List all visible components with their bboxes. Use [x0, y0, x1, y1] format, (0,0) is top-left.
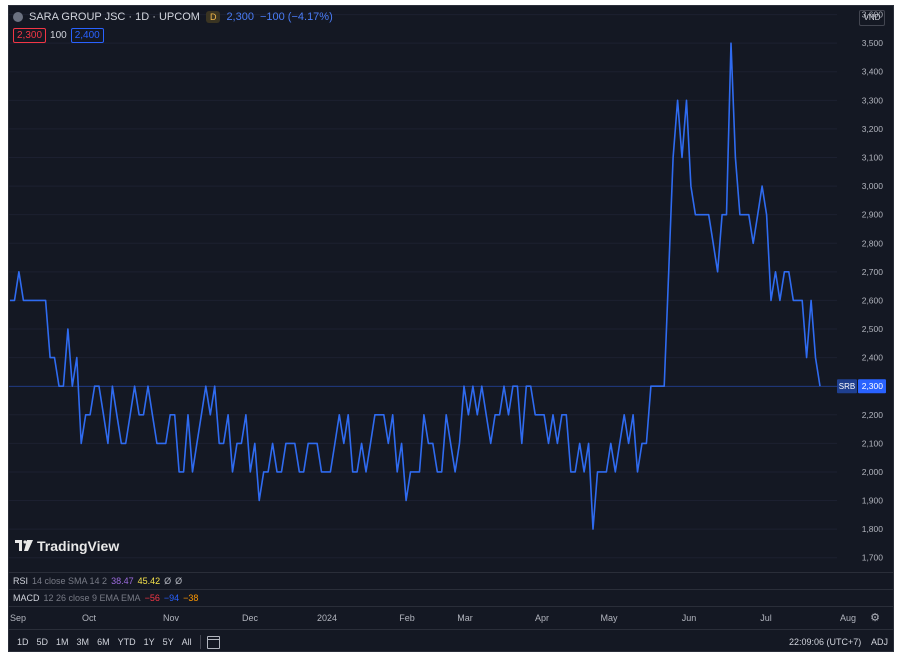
price-tick-label: 2,700	[862, 267, 884, 277]
price-tick-label: 2,400	[862, 353, 884, 363]
price-change: −100 (−4.17%)	[259, 11, 333, 23]
time-tick: May	[600, 613, 618, 623]
rsi-value: 38.47	[111, 576, 134, 586]
rsi-sma-value: 45.42	[137, 576, 161, 586]
range-ytd[interactable]: YTD	[114, 637, 140, 647]
macd-value: −94	[163, 593, 180, 603]
delayed-badge: D	[205, 11, 221, 23]
time-tick: Nov	[162, 613, 180, 623]
price-tick-label: 3,300	[862, 95, 884, 105]
price-tick-label: 2,000	[862, 467, 884, 477]
time-tick: Dec	[241, 613, 259, 623]
range-3m[interactable]: 3M	[73, 637, 94, 647]
range-toolbar: 1D 5D 1M 3M 6M YTD 1Y 5Y All 22:09:06 (U…	[9, 629, 893, 651]
range-6m[interactable]: 6M	[93, 637, 114, 647]
time-tick: Feb	[399, 613, 415, 623]
time-tick: Mar	[457, 613, 473, 623]
sell-price-box[interactable]: 2,300	[13, 28, 47, 43]
tradingview-logo: TradingView	[15, 538, 119, 554]
time-tick: Jun	[681, 613, 697, 623]
price-series-line	[10, 42, 821, 530]
time-tick: Aug	[839, 613, 857, 623]
time-tick: Apr	[534, 613, 550, 623]
time-tick: Oct	[81, 613, 97, 623]
range-1m[interactable]: 1M	[52, 637, 73, 647]
symbol-title[interactable]: SARA GROUP JSC · 1D · UPCOM	[29, 11, 200, 23]
symbol-logo-icon	[13, 12, 23, 22]
price-axis: 1,700 1,800 1,900 2,000 2,100 2,200 2,300 2,400…	[862, 10, 884, 563]
rsi-params: 14 close SMA 14 2	[32, 576, 108, 586]
time-tick: Jul	[760, 613, 772, 623]
logo-text: TradingView	[37, 538, 120, 554]
symbol-header: SARA GROUP JSC · 1D · UPCOM D 2,300 −100…	[13, 11, 333, 23]
price-tick-label: 2,800	[862, 238, 884, 248]
buy-price-box[interactable]: 2,400	[70, 28, 104, 43]
price-tick-label: 3,400	[862, 67, 884, 77]
price-tick-label: 3,000	[862, 181, 884, 191]
macd-signal-value: −38	[183, 593, 199, 603]
spread-value: 100	[50, 30, 67, 41]
macd-histogram-value: −56	[144, 593, 160, 603]
rsi-extra-1: Ø	[164, 576, 172, 586]
price-tick-label: 1,800	[862, 524, 884, 534]
price-tick-label: 1,900	[862, 496, 884, 506]
price-chart[interactable]: 1,700 1,800 1,900 2,000 2,100 2,200 2,300 2,400…	[9, 6, 894, 572]
time-tick: Sep	[9, 613, 27, 623]
price-tick-label: 2,200	[862, 410, 884, 420]
rsi-pane[interactable]: RSI 14 close SMA 14 2 38.47 45.42 Ø Ø	[9, 572, 893, 589]
price-tick-label: 3,500	[862, 38, 884, 48]
price-tick-label: 2,600	[862, 295, 884, 305]
clock[interactable]: 22:09:06 (UTC+7)	[789, 637, 861, 647]
adj-button[interactable]: ADJ	[871, 637, 888, 647]
currency-button[interactable]: VND	[859, 10, 885, 26]
price-tick-label: 2,100	[862, 438, 884, 448]
range-5d[interactable]: 5D	[33, 637, 53, 647]
price-tick-label: 1,700	[862, 553, 884, 563]
rsi-name: RSI	[13, 576, 29, 586]
bid-ask-row: 2,300 100 2,400	[13, 28, 104, 43]
chart-window: 1,700 1,800 1,900 2,000 2,100 2,200 2,300 2,400…	[8, 5, 894, 652]
range-5y[interactable]: 5Y	[159, 637, 178, 647]
gear-icon[interactable]: ⚙	[869, 612, 881, 624]
last-price-tag: SRB 2,300	[837, 379, 886, 394]
grid	[9, 14, 837, 559]
price-tick-label: 2,900	[862, 210, 884, 220]
time-axis[interactable]: Sep Oct Nov Dec 2024 Feb Mar Apr May Jun…	[9, 606, 893, 629]
price-tag-value: 2,300	[862, 381, 884, 391]
time-tick: 2024	[316, 613, 338, 623]
range-1d[interactable]: 1D	[13, 637, 33, 647]
last-price: 2,300	[226, 11, 254, 23]
calendar-icon[interactable]	[206, 635, 220, 649]
price-tick-label: 3,200	[862, 124, 884, 134]
price-tick-label: 2,500	[862, 324, 884, 334]
price-tick-label: 3,100	[862, 153, 884, 163]
symbol-tag: SRB	[839, 382, 855, 391]
tv-logo-icon	[15, 540, 33, 551]
range-all[interactable]: All	[178, 637, 196, 647]
macd-name: MACD	[13, 593, 40, 603]
macd-params: 12 26 close 9 EMA EMA	[43, 593, 141, 603]
macd-pane[interactable]: MACD 12 26 close 9 EMA EMA −56 −94 −38	[9, 589, 893, 606]
divider	[199, 635, 201, 649]
range-1y[interactable]: 1Y	[140, 637, 159, 647]
rsi-extra-2: Ø	[175, 576, 183, 586]
